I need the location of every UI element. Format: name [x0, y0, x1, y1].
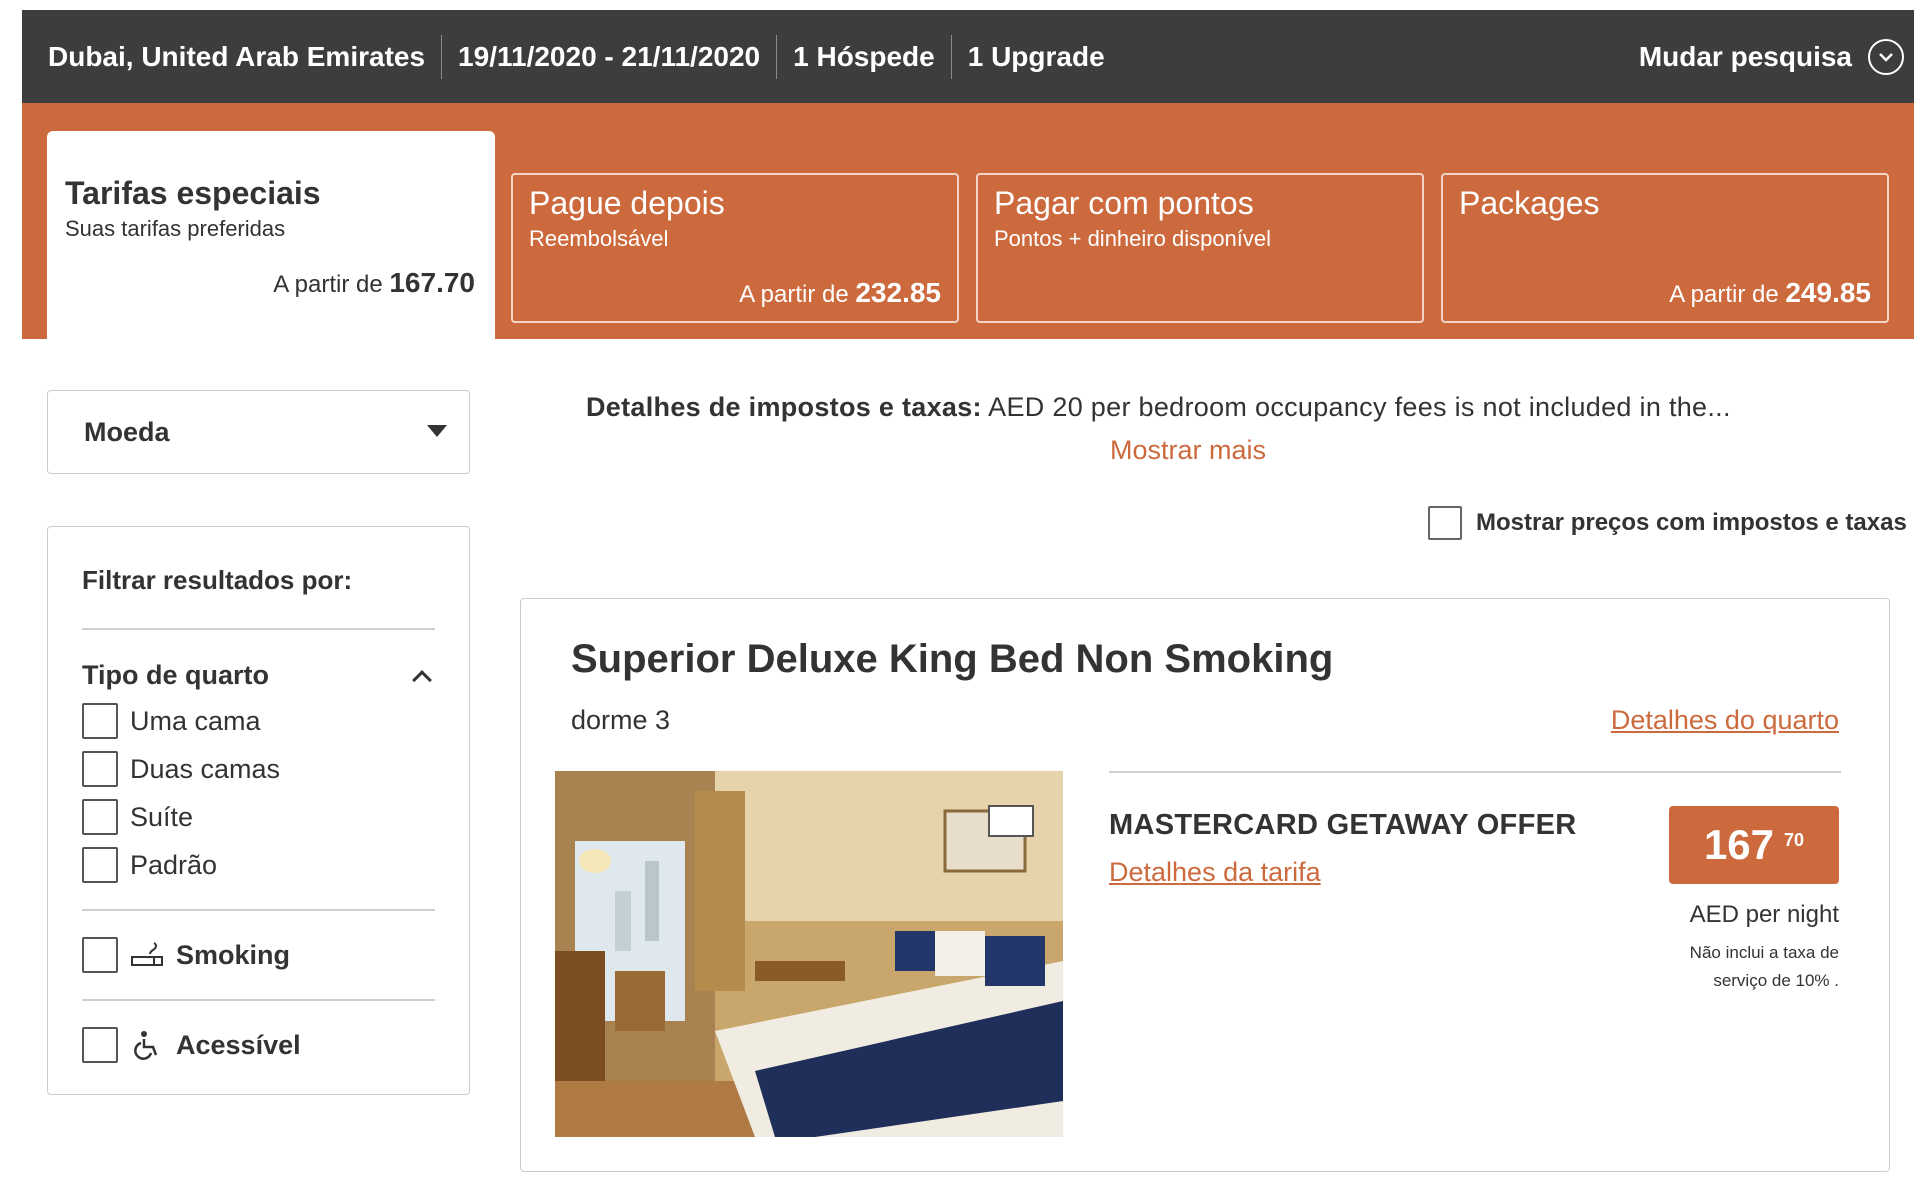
room-card: Superior Deluxe King Bed Non Smoking dor… — [520, 598, 1890, 1172]
change-search-button[interactable]: Mudar pesquisa — [1638, 38, 1914, 75]
checkbox[interactable] — [82, 1027, 118, 1063]
search-summary-bar: Dubai, United Arab Emirates 19/11/2020 -… — [22, 10, 1914, 103]
room-type-heading: Tipo de quarto — [82, 660, 269, 690]
search-dates: 19/11/2020 - 21/11/2020 — [458, 40, 761, 72]
divider — [82, 909, 435, 911]
rate-name: MASTERCARD GETAWAY OFFER — [1109, 809, 1577, 841]
price-prefix: A partir de — [739, 281, 849, 308]
price-value: 232.85 — [855, 277, 941, 308]
chevron-down-icon — [1868, 38, 1904, 75]
tab-title: Pagar com pontos — [994, 185, 1254, 221]
tab-pay-later[interactable]: Pague depois Reembolsável A partir de 23… — [511, 173, 959, 323]
service-fee-note: Não inclui a taxa de serviço de 10% . — [1689, 943, 1839, 990]
tab-title: Pague depois — [529, 185, 725, 221]
change-search-label: Mudar pesquisa — [1638, 40, 1852, 72]
search-location: Dubai, United Arab Emirates — [48, 40, 426, 72]
room-type-option[interactable]: Uma cama — [82, 697, 435, 745]
room-photo[interactable] — [555, 771, 1063, 1137]
tab-packages[interactable]: Packages A partir de 249.85 — [1441, 173, 1889, 323]
tab-subtitle: Reembolsável — [529, 226, 669, 251]
show-more-link[interactable]: Mostrar mais — [1110, 435, 1266, 466]
tab-title: Tarifas especiais — [65, 175, 321, 211]
tab-price: A partir de 249.85 — [1669, 277, 1871, 309]
search-guests: 1 Hóspede — [793, 40, 935, 72]
option-label: Uma cama — [130, 705, 261, 736]
smoking-filter[interactable]: Smoking — [82, 931, 435, 979]
checkbox[interactable] — [82, 703, 118, 739]
room-type-section-toggle[interactable]: Tipo de quarto — [82, 660, 435, 691]
tax-details: Detalhes de impostos e taxas: AED 20 per… — [586, 392, 1731, 423]
room-type-option[interactable]: Padrão — [82, 841, 435, 889]
select-rate-price-button[interactable]: 167 70 — [1669, 806, 1839, 884]
accessible-filter[interactable]: Acessível — [82, 1021, 435, 1069]
tab-subtitle: Suas tarifas preferidas — [65, 216, 286, 241]
price-cents: 70 — [1784, 829, 1805, 850]
smoking-icon — [130, 940, 164, 970]
checkbox[interactable] — [82, 751, 118, 787]
chevron-up-icon — [412, 669, 432, 690]
currency-label: Moeda — [84, 416, 170, 447]
checkbox[interactable] — [82, 937, 118, 973]
divider — [1109, 771, 1841, 773]
show-prices-with-taxes-toggle[interactable]: Mostrar preços com impostos e taxas — [1428, 506, 1907, 540]
wheelchair-icon — [130, 1030, 164, 1060]
tab-subtitle: Pontos + dinheiro disponível — [994, 226, 1272, 251]
room-sleeps: dorme 3 — [571, 705, 671, 735]
room-name: Superior Deluxe King Bed Non Smoking — [571, 637, 1334, 681]
room-details-link[interactable]: Detalhes do quarto — [1611, 705, 1839, 736]
tab-title: Packages — [1459, 185, 1600, 221]
option-label: Padrão — [130, 849, 218, 880]
room-type-option[interactable]: Duas camas — [82, 745, 435, 793]
option-label: Suíte — [130, 801, 194, 832]
price-unit: AED per night — [1689, 901, 1839, 928]
tab-pay-with-points[interactable]: Pagar com pontos Pontos + dinheiro dispo… — [976, 173, 1424, 323]
filter-panel: Filtrar resultados por: Tipo de quarto U… — [47, 526, 470, 1095]
toggle-label: Mostrar preços com impostos e taxas — [1476, 509, 1907, 536]
room-type-option[interactable]: Suíte — [82, 793, 435, 841]
tab-price: A partir de 232.85 — [739, 277, 941, 309]
rate-type-band: Tarifas especiais Suas tarifas preferida… — [22, 103, 1914, 339]
checkbox[interactable] — [82, 847, 118, 883]
price-prefix: A partir de — [273, 271, 383, 298]
price-whole: 167 — [1703, 821, 1775, 868]
rate-details-link[interactable]: Detalhes da tarifa — [1109, 857, 1321, 888]
accessible-label: Acessível — [176, 1029, 301, 1060]
caret-down-icon — [427, 425, 447, 437]
smoking-label: Smoking — [176, 939, 291, 970]
tax-details-label: Detalhes de impostos e taxas: — [586, 392, 982, 422]
option-label: Duas camas — [130, 753, 281, 784]
currency-dropdown[interactable]: Moeda — [47, 390, 470, 474]
divider — [82, 999, 435, 1001]
price-value: 167.70 — [389, 267, 475, 298]
checkbox[interactable] — [82, 799, 118, 835]
divider — [82, 628, 435, 630]
filter-title: Filtrar resultados por: — [82, 565, 353, 595]
checkbox[interactable] — [1428, 506, 1462, 540]
tab-price: A partir de 167.70 — [273, 267, 475, 299]
price-value: 249.85 — [1785, 277, 1871, 308]
price-prefix: A partir de — [1669, 281, 1779, 308]
tab-special-rates[interactable]: Tarifas especiais Suas tarifas preferida… — [47, 131, 495, 339]
tax-details-text: AED 20 per bedroom occupancy fees is not… — [988, 392, 1731, 422]
search-upgrade: 1 Upgrade — [967, 40, 1105, 72]
